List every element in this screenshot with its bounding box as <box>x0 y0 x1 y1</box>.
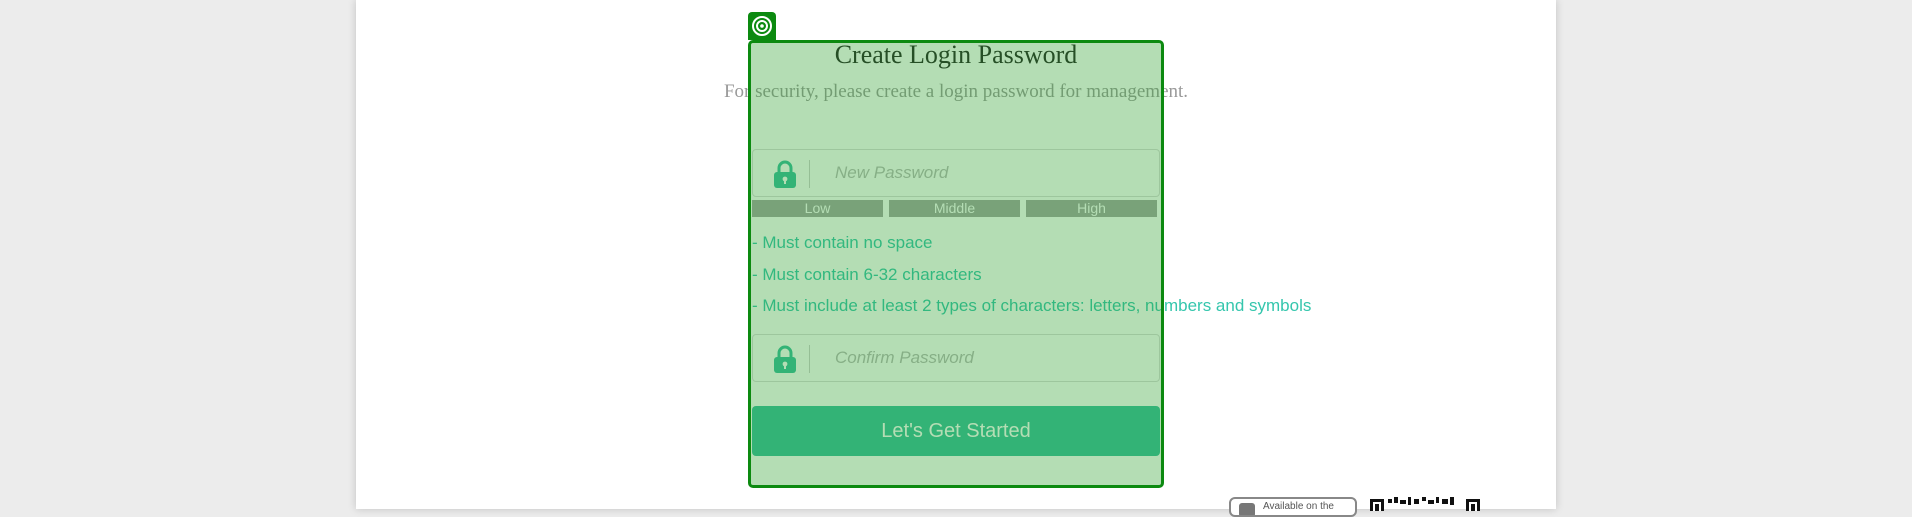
confirm-password-field[interactable] <box>752 334 1160 382</box>
new-password-input[interactable] <box>819 150 1149 196</box>
store-badge-text: Available on the <box>1263 501 1334 512</box>
field-divider <box>809 345 810 373</box>
confirm-password-input[interactable] <box>819 335 1149 381</box>
rule-length: - Must contain 6-32 characters <box>752 265 982 284</box>
lock-icon <box>771 159 799 189</box>
password-strength-meter: Low Middle High <box>752 200 1160 217</box>
page-title: Create Login Password <box>834 40 1078 69</box>
page-subtitle: For security, please create a login pass… <box>723 81 1189 102</box>
rule-no-space: - Must contain no space <box>752 233 933 252</box>
get-started-button[interactable]: Let's Get Started <box>752 406 1160 456</box>
app-store-badge[interactable]: Available on the <box>1229 497 1357 517</box>
store-logo-icon <box>1239 503 1255 515</box>
target-icon <box>748 12 776 40</box>
lock-icon <box>771 344 799 374</box>
field-divider <box>809 160 810 188</box>
strength-low: Low <box>752 200 883 217</box>
rule-char-types: - Must include at least 2 types of chara… <box>752 296 1312 315</box>
strength-middle: Middle <box>889 200 1020 217</box>
new-password-field[interactable] <box>752 149 1160 197</box>
strength-high: High <box>1026 200 1157 217</box>
